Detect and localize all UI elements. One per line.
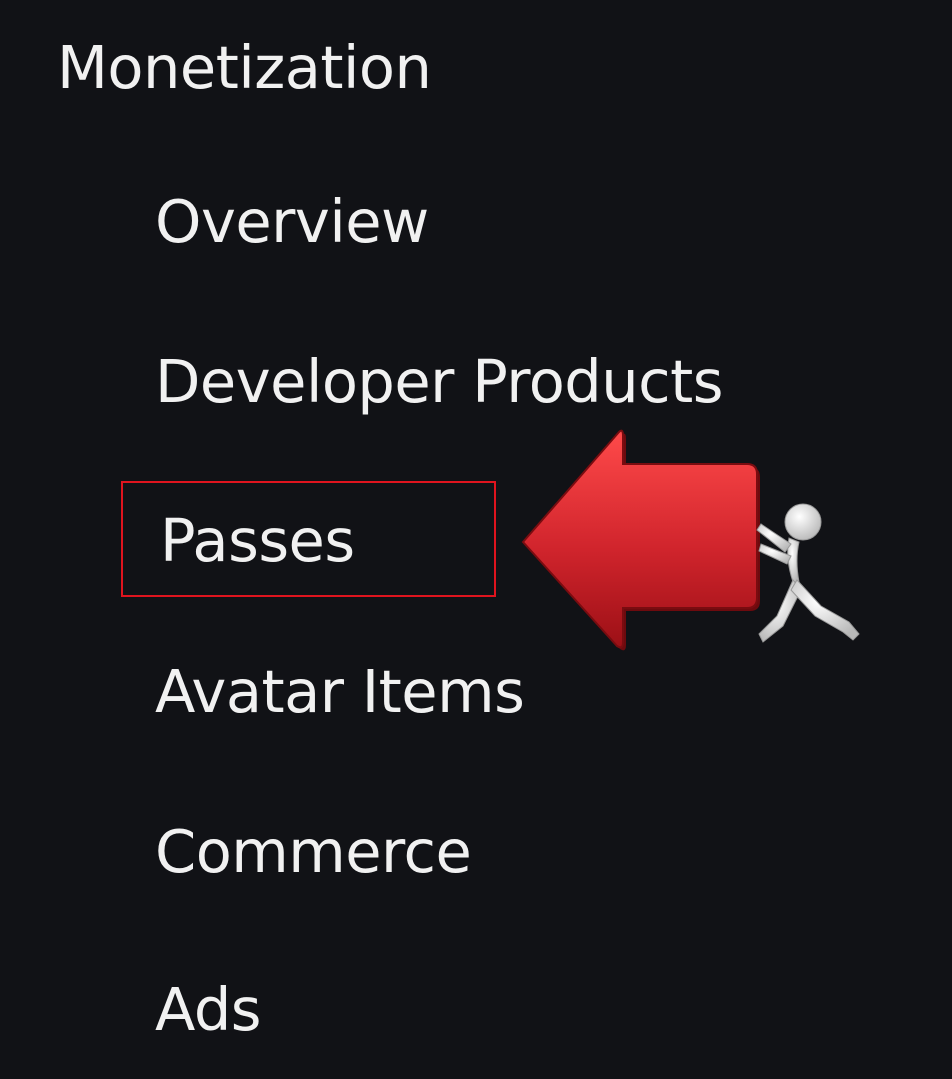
- annotation-arrow-with-figure: [521, 429, 860, 651]
- nav-item-commerce[interactable]: Commerce: [155, 812, 472, 892]
- passes-highlight-box: [121, 481, 496, 597]
- person-pushing-icon: [756, 503, 860, 643]
- nav-item-avatar-items[interactable]: Avatar Items: [155, 652, 525, 732]
- section-title: Monetization: [57, 33, 432, 102]
- monetization-sidebar: Monetization Overview Developer Products…: [0, 0, 952, 1079]
- nav-item-developer-products[interactable]: Developer Products: [155, 342, 723, 422]
- nav-item-ads[interactable]: Ads: [155, 970, 262, 1050]
- red-left-arrow-icon: [521, 429, 760, 651]
- nav-item-overview[interactable]: Overview: [155, 182, 429, 262]
